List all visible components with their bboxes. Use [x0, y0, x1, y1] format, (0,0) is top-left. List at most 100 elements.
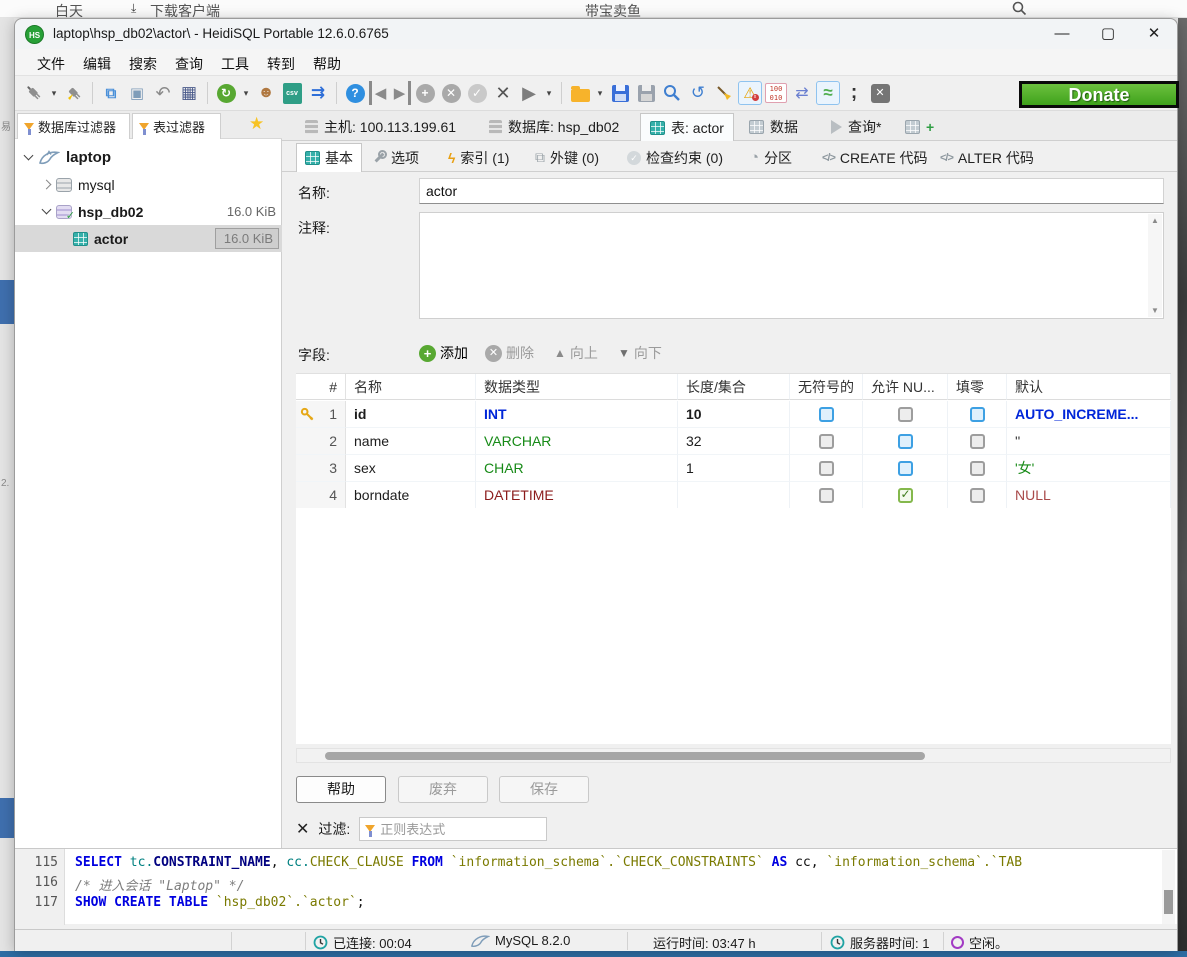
close-button[interactable]: ✕ — [1131, 19, 1177, 49]
field-type[interactable]: CHAR — [476, 455, 678, 482]
zerofill-checkbox[interactable] — [970, 461, 985, 476]
post-edit-icon[interactable]: ✓ — [465, 81, 489, 105]
sql-log[interactable]: 115 116 117 SELECT tc.CONSTRAINT_NAME, c… — [15, 848, 1177, 924]
undo-icon[interactable]: ↶ — [151, 81, 175, 105]
table-comment-textarea[interactable]: ▲▼ — [419, 212, 1164, 319]
move-down-button[interactable]: ▼ 向下 — [618, 343, 662, 363]
cancel-edit-icon[interactable]: ✕ — [439, 81, 463, 105]
open-file-icon[interactable] — [568, 81, 592, 105]
close-filter-icon[interactable]: ✕ — [296, 819, 309, 839]
unsigned-checkbox[interactable] — [819, 407, 834, 422]
database-filter-tab[interactable]: 数据库过滤器 — [17, 113, 130, 139]
field-name[interactable]: id — [346, 401, 476, 428]
paste-icon[interactable]: ▣ — [125, 81, 149, 105]
tree-item-hspdb02-db[interactable]: ✓ hsp_db02 16.0 KiB — [15, 198, 282, 225]
tree-item-mysql-db[interactable]: mysql — [15, 171, 282, 198]
tab-partitions[interactable]: ◔ 分区 — [742, 143, 800, 172]
cleanup-icon[interactable] — [712, 81, 736, 105]
find-icon[interactable] — [660, 81, 684, 105]
tree-item-actor-table[interactable]: actor 16.0 KiB — [15, 225, 282, 252]
export-csv-icon[interactable]: csv — [280, 81, 304, 105]
tab-options[interactable]: 选项 — [365, 143, 427, 172]
zerofill-checkbox[interactable] — [970, 434, 985, 449]
dropdown-icon[interactable]: ▾ — [543, 81, 555, 105]
wrap-lines-icon[interactable]: ⇄ — [790, 81, 814, 105]
field-default[interactable]: NULL — [1007, 482, 1171, 509]
minimize-button[interactable]: — — [1039, 19, 1085, 49]
help-icon[interactable]: ? — [343, 81, 367, 105]
session-disconnect-icon[interactable] — [62, 81, 86, 105]
field-length[interactable]: 10 — [678, 401, 790, 428]
maximize-button[interactable]: ▢ — [1085, 19, 1131, 49]
tab-indexes[interactable]: ϟ 索引 (1) — [440, 143, 517, 172]
refresh-icon[interactable]: ↻ — [214, 81, 238, 105]
dropdown-icon[interactable]: ▾ — [594, 81, 606, 105]
user-manager-icon[interactable]: ☻ — [254, 81, 278, 105]
menu-search[interactable]: 搜索 — [123, 52, 163, 76]
session-connect-icon[interactable] — [22, 81, 46, 105]
move-up-button[interactable]: ▲ 向上 — [554, 343, 598, 363]
dropdown-icon[interactable]: ▾ — [240, 81, 252, 105]
log-scrollbar[interactable] — [1162, 850, 1175, 924]
field-type[interactable]: VARCHAR — [476, 428, 678, 455]
tab-create-code[interactable]: </> CREATE 代码 — [814, 143, 936, 172]
field-row[interactable]: 2 name VARCHAR 32 '' — [296, 428, 1171, 455]
tab-alter-code[interactable]: </> ALTER 代码 — [932, 143, 1042, 172]
table-name-input[interactable] — [419, 178, 1164, 204]
allow-null-checkbox[interactable] — [898, 461, 913, 476]
reformat-sql-icon[interactable]: ≈ — [816, 81, 840, 105]
discard-button[interactable]: 废弃 — [398, 776, 488, 803]
tab-database[interactable]: 数据库: hsp_db02 — [480, 113, 628, 141]
zerofill-checkbox[interactable] — [970, 407, 985, 422]
field-row[interactable]: 1 id INT 10 AUTO_INCREME... — [296, 401, 1171, 428]
close-panel-icon[interactable]: ✕ — [868, 81, 892, 105]
field-name[interactable]: name — [346, 428, 476, 455]
scrollbar-thumb[interactable] — [1164, 890, 1173, 914]
unsigned-checkbox[interactable] — [819, 488, 834, 503]
field-default[interactable]: AUTO_INCREME... — [1007, 401, 1171, 428]
scrollbar-thumb[interactable] — [325, 752, 925, 760]
zerofill-checkbox[interactable] — [970, 488, 985, 503]
binary-view-icon[interactable]: 100 010 — [764, 81, 788, 105]
dropdown-icon[interactable]: ▾ — [48, 81, 60, 105]
menu-file[interactable]: 文件 — [31, 52, 71, 76]
tab-basic[interactable]: 基本 — [296, 143, 362, 172]
help-button[interactable]: 帮助 — [296, 776, 386, 803]
field-default[interactable]: '' — [1007, 428, 1171, 455]
allow-null-checkbox[interactable] — [898, 488, 913, 503]
title-bar[interactable]: HS laptop\hsp_db02\actor\ - HeidiSQL Por… — [15, 19, 1177, 49]
table-filter-tab[interactable]: 表过滤器 — [132, 113, 221, 139]
insert-record-icon[interactable]: + — [413, 81, 437, 105]
tab-data[interactable]: 数据 — [740, 113, 807, 141]
filter-input[interactable]: 正则表达式 — [359, 817, 547, 841]
stop-icon[interactable]: ✕ — [491, 81, 515, 105]
tab-host[interactable]: 主机: 100.113.199.61 — [296, 113, 465, 141]
field-default[interactable]: '女' — [1007, 455, 1171, 482]
last-record-icon[interactable]: ▶ — [391, 81, 411, 105]
scroll-up-icon[interactable]: ▲ — [1148, 216, 1162, 225]
field-length[interactable] — [678, 482, 790, 509]
horizontal-scrollbar[interactable] — [296, 748, 1171, 763]
unsigned-checkbox[interactable] — [819, 461, 834, 476]
tab-check-constraints[interactable]: ✓ 检查约束 (0) — [619, 143, 731, 172]
tab-query[interactable]: 查询* — [822, 113, 890, 141]
semicolon-icon[interactable]: ; — [842, 81, 866, 105]
tab-foreign-keys[interactable]: ⧉ 外键 (0) — [527, 143, 607, 172]
menu-tools[interactable]: 工具 — [215, 52, 255, 76]
scroll-down-icon[interactable]: ▼ — [1148, 306, 1162, 315]
field-row[interactable]: 4 borndate DATETIME NULL — [296, 482, 1171, 509]
run-query-icon[interactable]: ▶ — [517, 81, 541, 105]
field-row[interactable]: 3 sex CHAR 1 '女' — [296, 455, 1171, 482]
first-record-icon[interactable]: ◀ — [369, 81, 389, 105]
menu-query[interactable]: 查询 — [169, 52, 209, 76]
stop-on-error-icon[interactable]: ⚠x — [738, 81, 762, 105]
scrollbar[interactable]: ▲▼ — [1148, 214, 1162, 317]
field-length[interactable]: 32 — [678, 428, 790, 455]
donate-button[interactable]: Donate — [1019, 81, 1179, 108]
chevron-right-icon[interactable] — [42, 180, 52, 190]
tree-item-session[interactable]: laptop — [15, 144, 282, 171]
field-type[interactable]: DATETIME — [476, 482, 678, 509]
print-icon[interactable]: ▦ — [177, 81, 201, 105]
field-length[interactable]: 1 — [678, 455, 790, 482]
remove-field-button[interactable]: ✕ 删除 — [485, 343, 534, 363]
